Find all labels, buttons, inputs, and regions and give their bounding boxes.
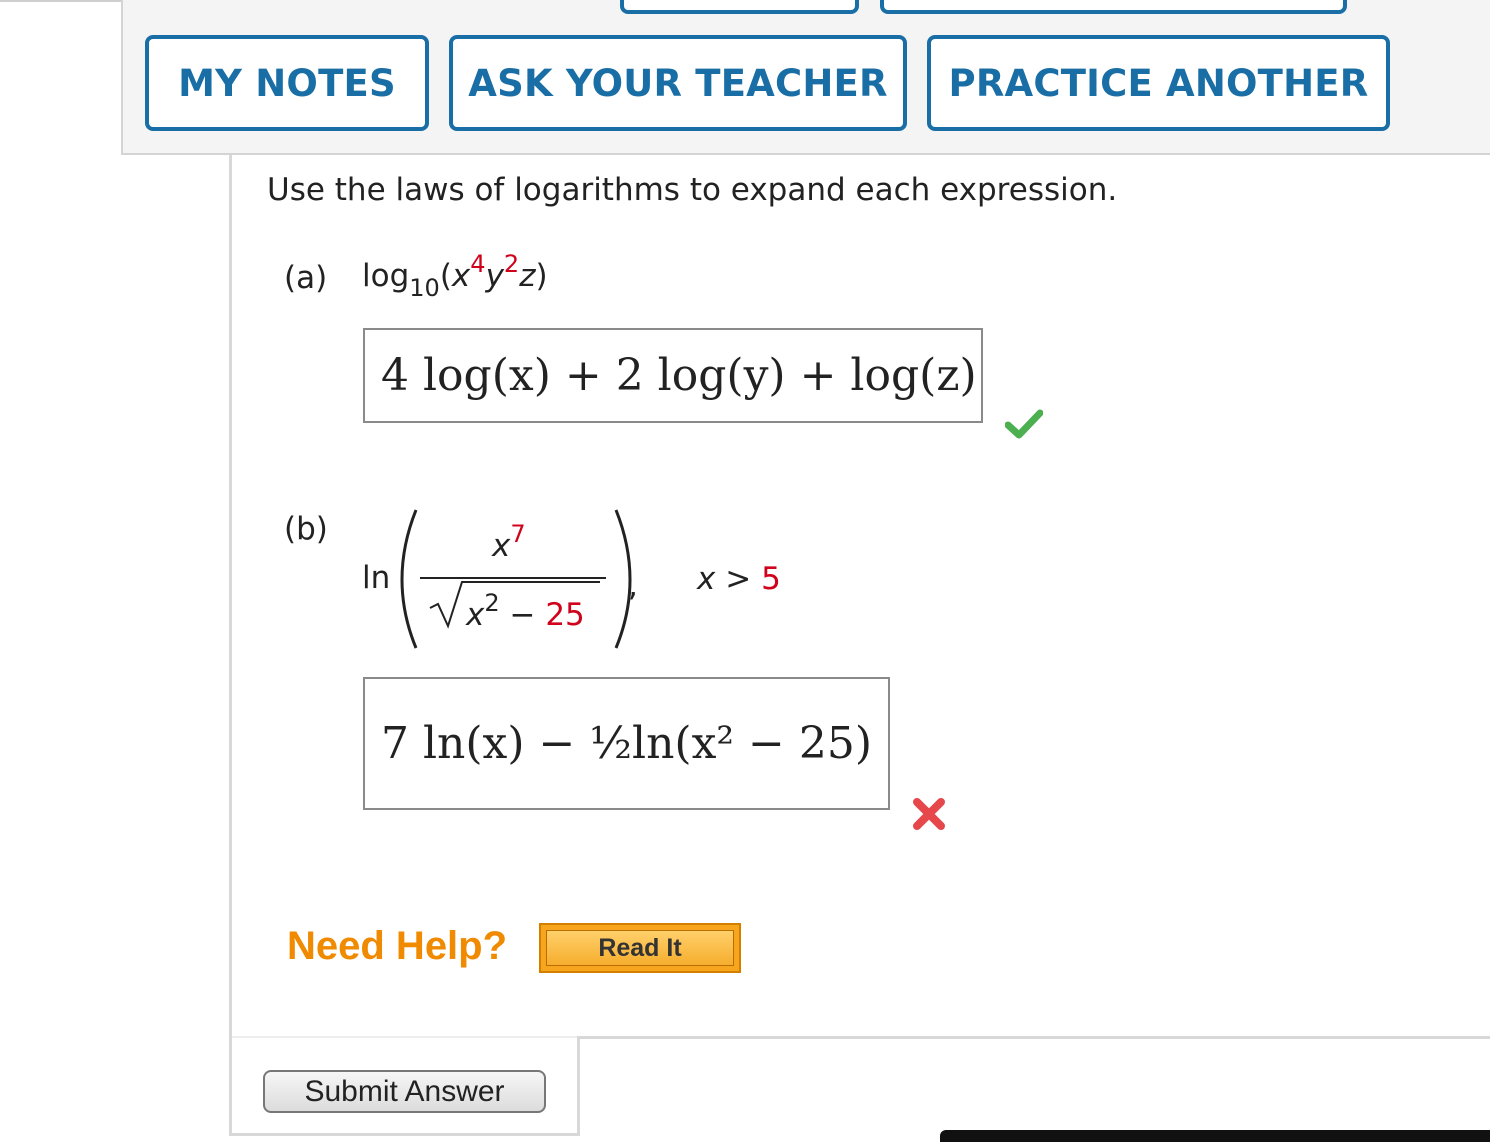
part-a-answer-input[interactable]: 4 log(x) + 2 log(y) + log(z) (363, 328, 983, 423)
panel-border (577, 1036, 580, 1136)
fraction-numerator: x7 (492, 520, 526, 564)
x-exponent: 4 (470, 250, 486, 278)
denominator-constant: 25 (545, 597, 585, 633)
horizontal-scrollbar[interactable] (940, 1130, 1490, 1142)
practice-another-button[interactable]: PRACTICE ANOTHER (927, 35, 1390, 131)
log-function: log (362, 258, 410, 294)
ask-your-teacher-button[interactable]: ASK YOUR TEACHER (449, 35, 907, 131)
denominator-exponent: 2 (484, 589, 500, 617)
part-a-answer-value: 4 log(x) + 2 log(y) + log(z) (381, 350, 977, 401)
numerator-exponent: 7 (510, 520, 526, 548)
previous-button-edge-wide[interactable] (880, 0, 1347, 14)
my-notes-button[interactable]: MY NOTES (145, 35, 429, 131)
y-exponent: 2 (503, 250, 520, 278)
log-base: 10 (409, 274, 440, 302)
ln-function: ln (362, 560, 391, 596)
part-b-answer-input[interactable]: 7 ln(x) − ½ln(x² − 25) (363, 677, 890, 810)
previous-button-edge[interactable] (620, 0, 859, 14)
fraction-denominator: x2 − 25 (466, 589, 585, 633)
panel-border (577, 1036, 1490, 1039)
correct-check-icon (1005, 409, 1043, 439)
submit-answer-button[interactable]: Submit Answer (263, 1070, 546, 1113)
need-help-label: Need Help? (287, 924, 508, 968)
panel-border (232, 1036, 577, 1038)
read-it-label: Read It (546, 930, 734, 966)
part-a-label: (a) (284, 260, 328, 296)
part-a-expression: log10(x4y2z) (362, 250, 548, 302)
question-instructions: Use the laws of logarithms to expand eac… (267, 172, 1118, 208)
comma: , (628, 568, 638, 604)
domain-condition: x > 5 (697, 561, 781, 597)
panel-border (229, 155, 232, 1135)
read-it-button[interactable]: Read It (539, 923, 741, 973)
part-b-answer-value: 7 ln(x) − ½ln(x² − 25) (381, 718, 873, 769)
incorrect-cross-icon (913, 798, 945, 830)
panel-border (229, 1133, 580, 1136)
part-b-label: (b) (284, 511, 328, 547)
